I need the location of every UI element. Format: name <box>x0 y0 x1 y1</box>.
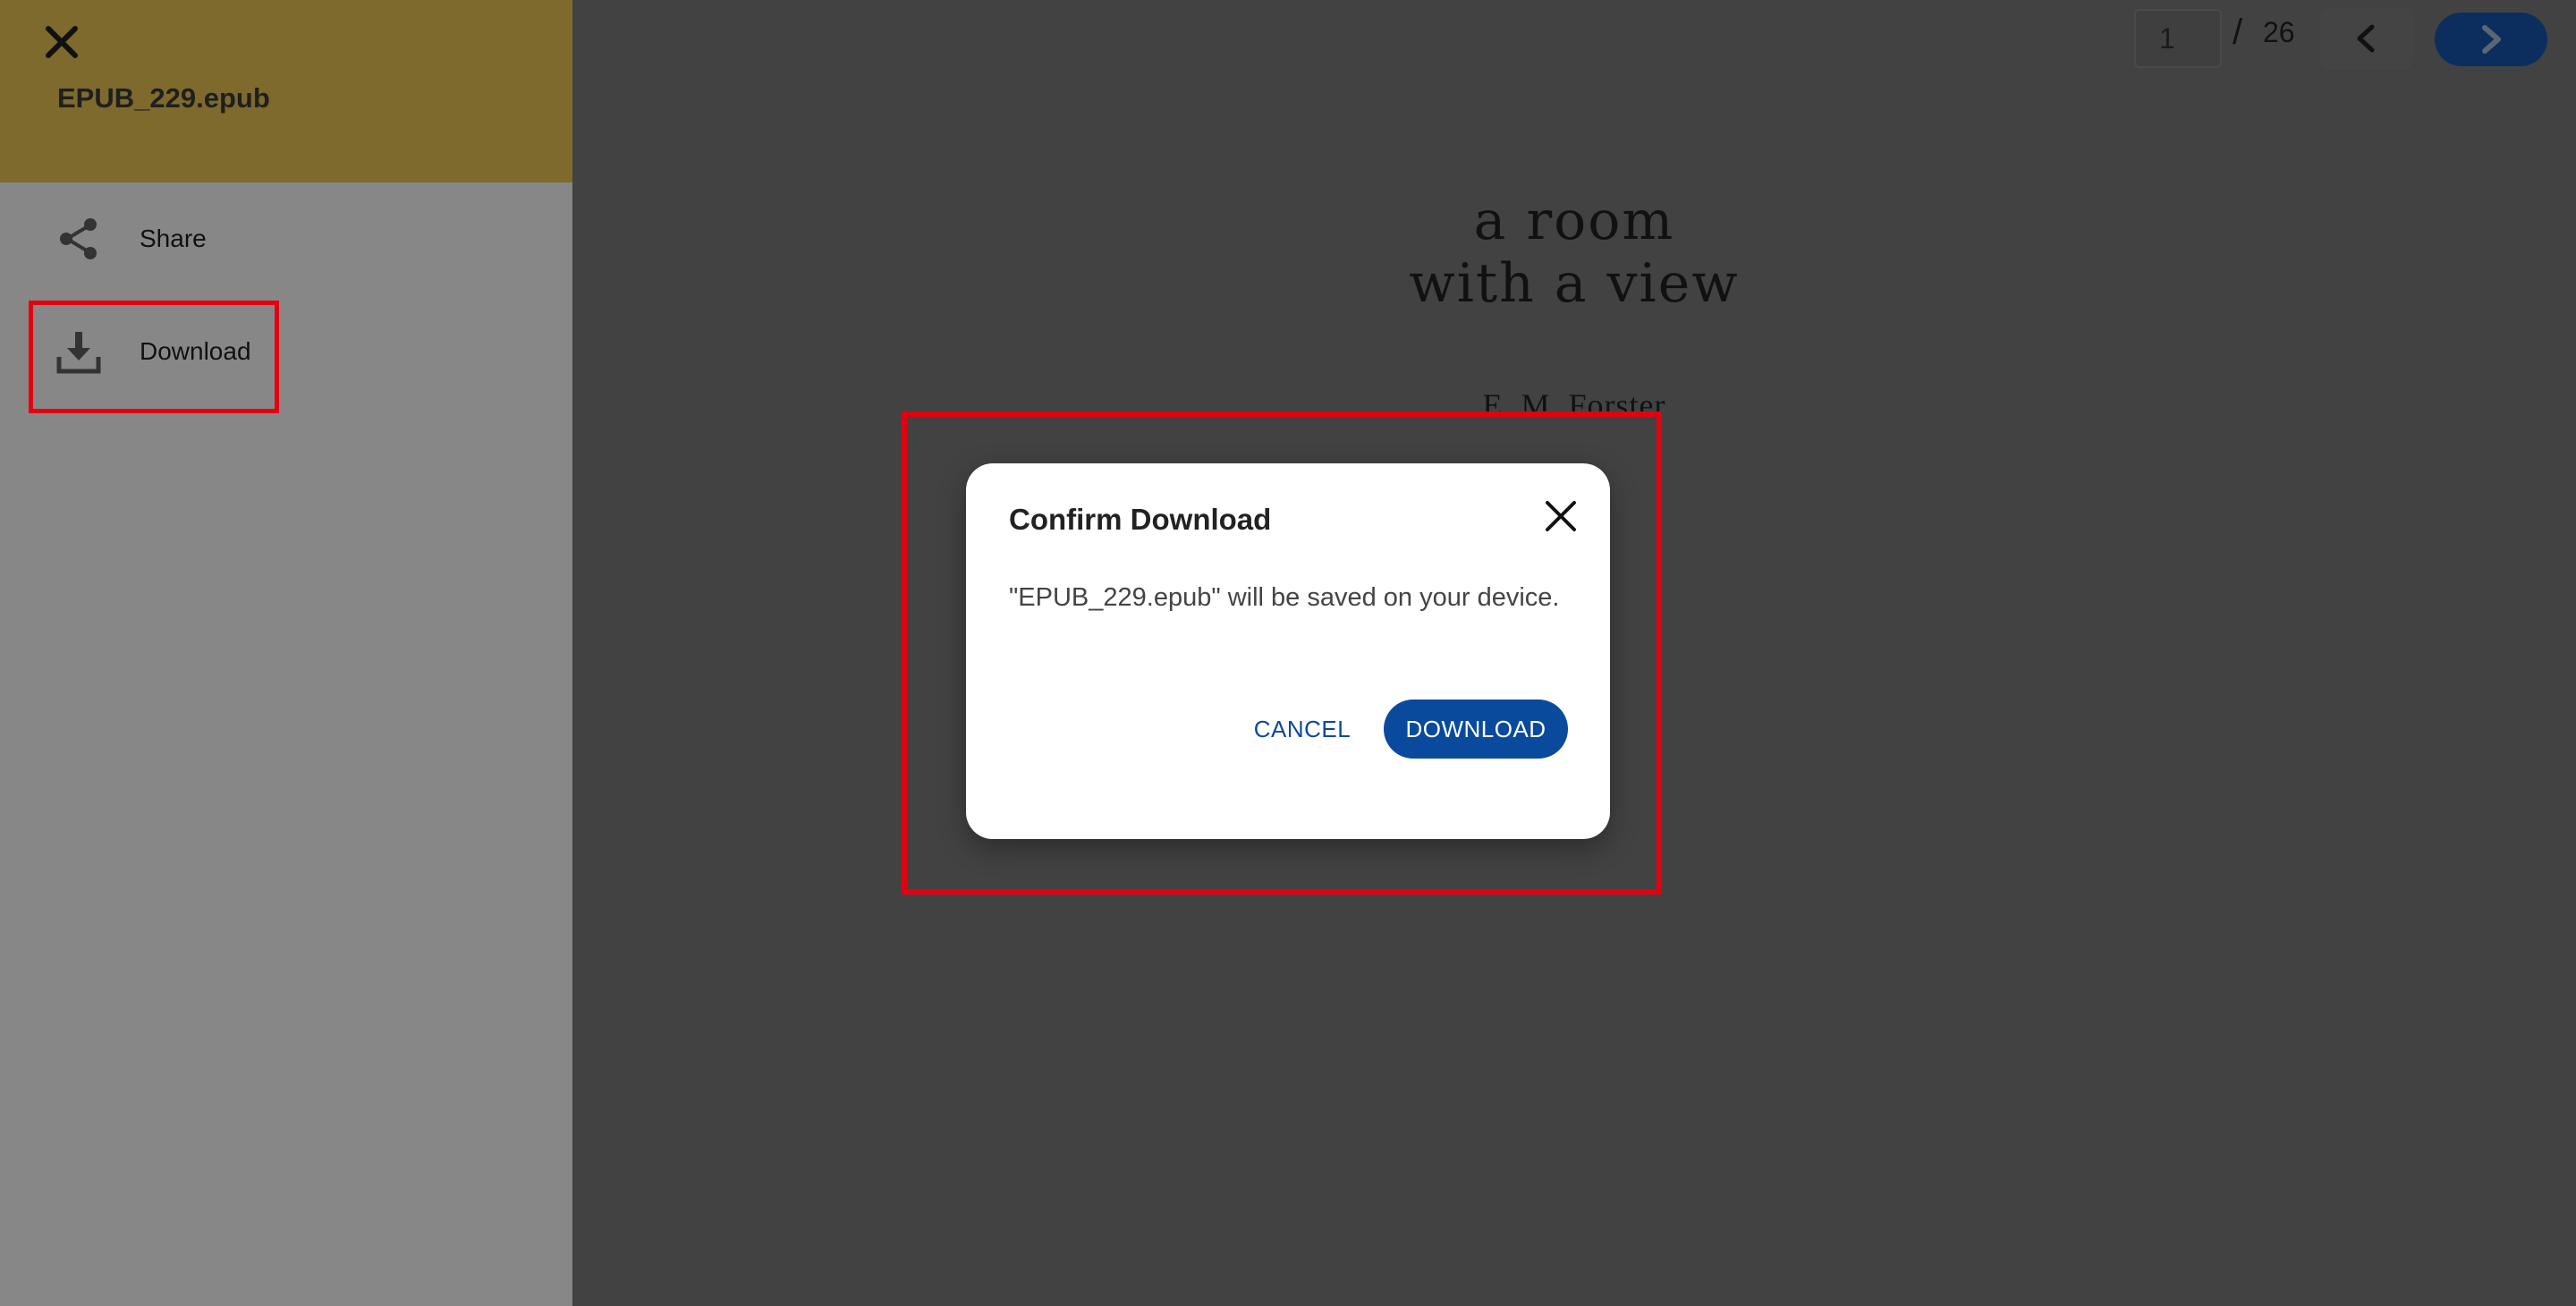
download-icon <box>55 328 102 375</box>
download-menu-item[interactable]: Download <box>30 302 272 401</box>
book-title-line-2: with a view <box>1409 252 1740 315</box>
book-title: a room with a view <box>572 190 2576 315</box>
cancel-button[interactable]: CANCEL <box>1234 701 1370 757</box>
chevron-left-icon <box>2357 24 2375 53</box>
dialog-title: Confirm Download <box>1009 503 1272 536</box>
share-menu-item[interactable]: Share <box>30 190 272 288</box>
download-label: Download <box>140 337 251 365</box>
dialog-message: "EPUB_229.epub" will be saved on your de… <box>1009 583 1560 612</box>
close-icon <box>1546 501 1576 531</box>
drawer-filename: EPUB_229.epub <box>57 82 270 114</box>
book-title-line-1: a room <box>1473 190 1675 252</box>
share-icon <box>55 216 102 262</box>
page-separator: / <box>2233 13 2243 52</box>
book-author: E. M. Forster <box>1482 387 1666 423</box>
close-drawer-button[interactable] <box>39 20 84 64</box>
confirm-download-dialog: Confirm Download "EPUB_229.epub" will be… <box>966 463 1610 839</box>
close-icon <box>46 26 78 58</box>
total-pages: 26 <box>2263 16 2295 48</box>
confirm-download-button[interactable]: DOWNLOAD <box>1384 700 1568 759</box>
next-page-button[interactable] <box>2435 13 2547 66</box>
side-drawer: EPUB_229.epub Share Download <box>0 0 572 1306</box>
previous-page-button[interactable] <box>2320 7 2413 70</box>
page-number-input[interactable] <box>2134 9 2222 68</box>
share-label: Share <box>140 225 207 252</box>
chevron-right-icon <box>2482 25 2501 54</box>
drawer-header: EPUB_229.epub <box>0 0 572 182</box>
dialog-close-button[interactable] <box>1538 494 1583 539</box>
